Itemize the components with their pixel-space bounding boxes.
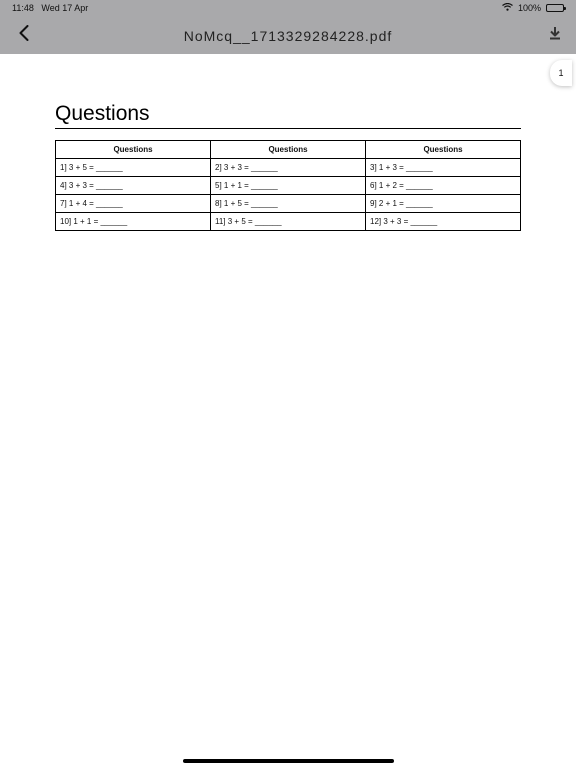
battery-icon [546, 4, 566, 12]
question-cell: 10] 1 + 1 = ______ [55, 212, 211, 231]
status-time-text: 11:48 [12, 3, 34, 13]
table-row: 7] 1 + 4 = ______ 8] 1 + 5 = ______ 9] 2… [55, 194, 521, 213]
question-cell: 9] 2 + 1 = ______ [365, 194, 521, 213]
column-header: Questions [210, 140, 366, 159]
wifi-icon [502, 2, 513, 13]
question-cell: 4] 3 + 3 = ______ [55, 176, 211, 195]
toolbar: 11:48 Wed 17 Apr 100% NoMcq__17133292842… [0, 0, 576, 54]
title-divider [55, 128, 521, 129]
question-cell: 3] 1 + 3 = ______ [365, 158, 521, 177]
document-filename: NoMcq__1713329284228.pdf [183, 28, 393, 44]
table-row: 10] 1 + 1 = ______ 11] 3 + 5 = ______ 12… [55, 212, 521, 231]
download-button[interactable] [546, 25, 564, 45]
questions-table: Questions Questions Questions 1] 3 + 5 =… [55, 140, 521, 231]
document-title: Questions [55, 102, 150, 125]
question-cell: 8] 1 + 5 = ______ [210, 194, 366, 213]
question-cell: 5] 1 + 1 = ______ [210, 176, 366, 195]
question-cell: 7] 1 + 4 = ______ [55, 194, 211, 213]
table-row: 1] 3 + 5 = ______ 2] 3 + 3 = ______ 3] 1… [55, 158, 521, 177]
question-cell: 6] 1 + 2 = ______ [365, 176, 521, 195]
column-header: Questions [365, 140, 521, 159]
question-cell: 2] 3 + 3 = ______ [210, 158, 366, 177]
table-row: 4] 3 + 3 = ______ 5] 1 + 1 = ______ 6] 1… [55, 176, 521, 195]
status-date-text: Wed 17 Apr [41, 3, 89, 13]
home-indicator[interactable] [183, 759, 394, 763]
status-right: 100% [502, 2, 566, 13]
question-cell: 11] 3 + 5 = ______ [210, 212, 366, 231]
download-icon [549, 26, 561, 45]
column-header: Questions [55, 140, 211, 159]
table-header-row: Questions Questions Questions [55, 140, 521, 159]
question-cell: 12] 3 + 3 = ______ [365, 212, 521, 231]
page-number-indicator[interactable]: 1 [550, 60, 572, 86]
status-time: 11:48 Wed 17 Apr [12, 3, 88, 13]
battery-percent: 100% [517, 3, 541, 13]
question-cell: 1] 3 + 5 = ______ [55, 158, 211, 177]
